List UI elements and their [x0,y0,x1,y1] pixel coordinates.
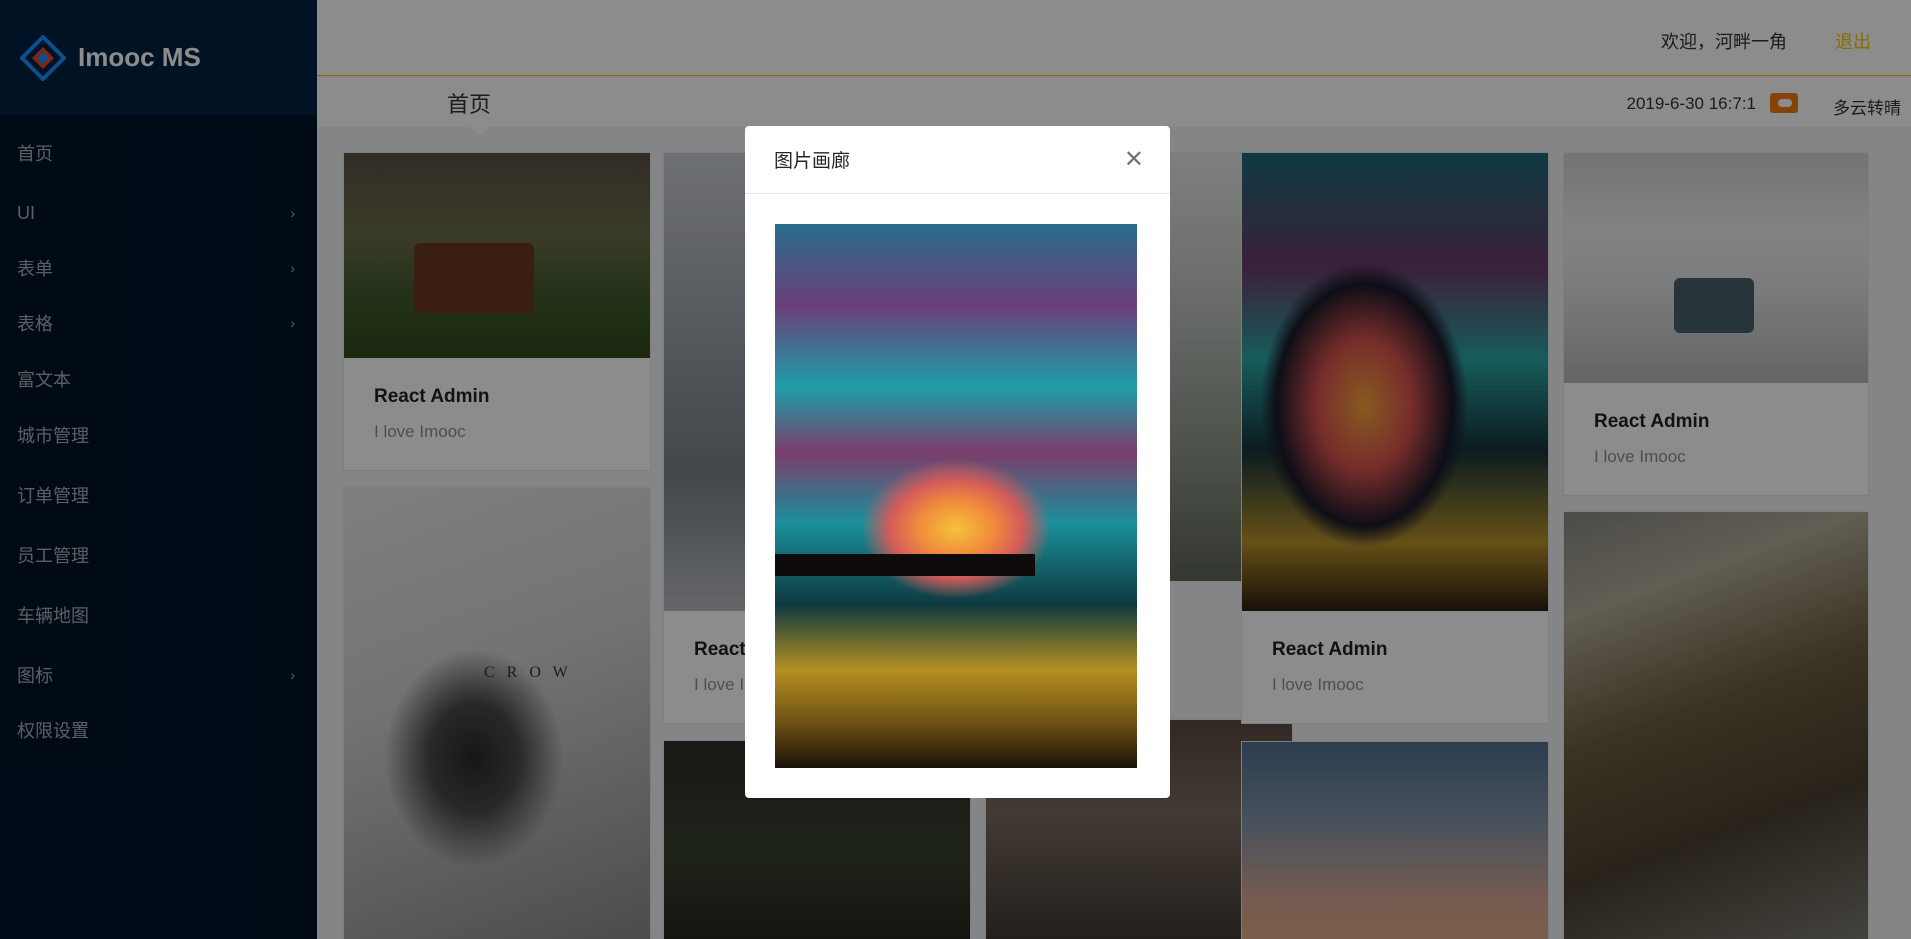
close-icon[interactable]: ✕ [1124,148,1144,172]
image-gallery-modal: 图片画廊 ✕ [745,126,1170,798]
modal-header: 图片画廊 [745,126,1170,194]
image-horizon [775,554,1035,576]
modal-title: 图片画廊 [774,151,851,172]
modal-preview-image [775,224,1137,768]
